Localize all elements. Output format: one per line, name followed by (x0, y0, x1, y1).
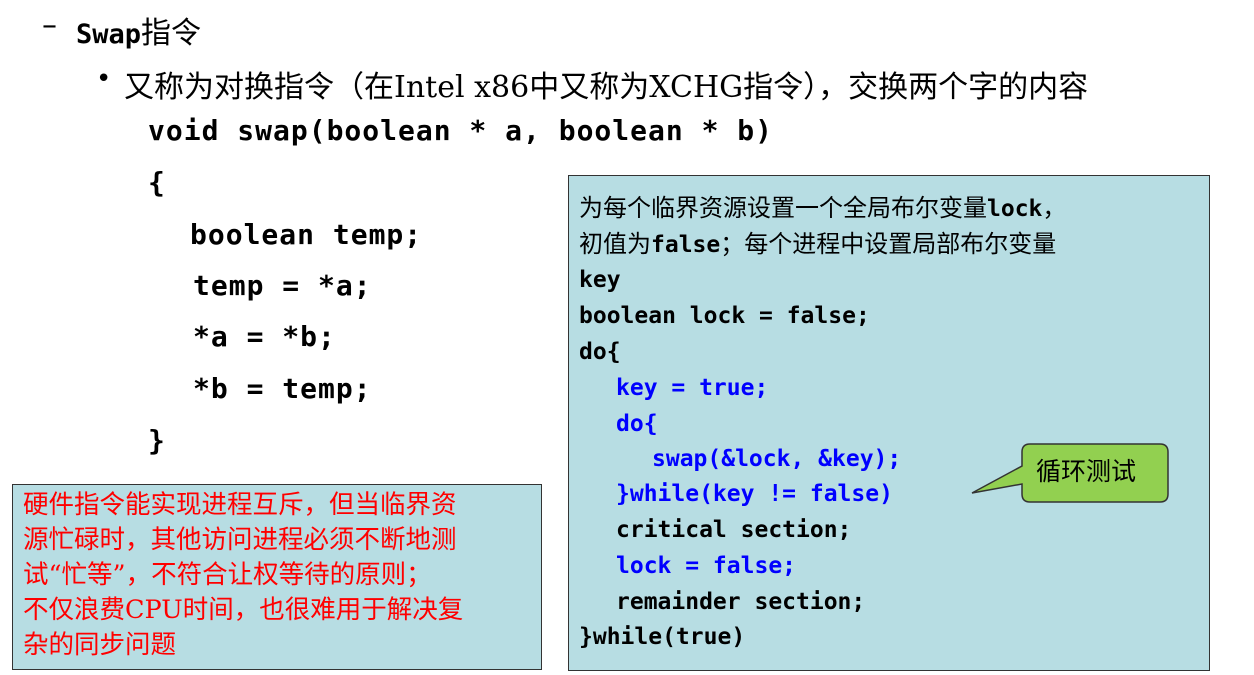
heading-dash: – (42, 8, 57, 43)
lock-desc-var: lock (987, 196, 1043, 222)
heading-swap-word: Swap (76, 19, 142, 50)
subpoint-bullet: • (96, 64, 112, 94)
note-line: 硬件指令能实现进程互斥，但当临界资 (23, 490, 457, 520)
note-line: 试“忙等”，不符合让权等待的原则； (23, 560, 432, 590)
lock-code-line: swap(&lock, &key); (652, 446, 902, 472)
lock-code-line: }while(true) (579, 624, 746, 650)
code-line: void swap(boolean * a, boolean * b) (148, 114, 774, 147)
code-line: { (148, 166, 166, 199)
lock-code-line: key = true; (616, 375, 769, 401)
note-line: 源忙碌时，其他访问进程必须不断地测 (23, 525, 457, 555)
note-line: 杂的同步问题 (23, 630, 177, 660)
note-line: 不仅浪费CPU时间，也很难用于解决复 (23, 595, 464, 625)
lock-code-line: }while(key != false) (616, 481, 893, 507)
lock-code-line: lock = false; (616, 553, 797, 579)
code-line: } (148, 424, 166, 457)
code-line: *b = temp; (193, 372, 372, 405)
callout-text: 循环测试 (1036, 457, 1137, 486)
lock-desc-text: 为每个临界资源设置一个全局布尔变量 (579, 194, 987, 222)
lock-desc-text: 初值为 (579, 230, 651, 258)
lock-desc-var: false (651, 232, 721, 258)
note-box: 硬件指令能实现进程互斥，但当临界资 源忙碌时，其他访问进程必须不断地测 试“忙等… (12, 484, 542, 670)
lock-desc-line-2: 初值为false；每个进程中设置局部布尔变量 (579, 228, 1056, 261)
code-line: *a = *b; (193, 320, 336, 353)
lock-code-line: do{ (579, 339, 621, 365)
code-line: temp = *a; (193, 269, 372, 302)
subpoint-text: 又称为对换指令（在Intel x86中又称为XCHG指令），交换两个字的内容 (124, 70, 1089, 105)
lock-algorithm-box: 为每个临界资源设置一个全局布尔变量lock， 初值为false；每个进程中设置局… (568, 175, 1210, 671)
lock-desc-line-3: key (579, 267, 621, 293)
code-line: boolean temp; (190, 218, 423, 251)
lock-desc-punct: ， (1042, 194, 1067, 222)
lock-code-line: critical section; (616, 517, 852, 543)
lock-code-line: boolean lock = false; (579, 303, 870, 329)
lock-code-line: remainder section; (616, 589, 866, 615)
heading-title: Swap指令 (76, 8, 201, 52)
lock-code-line: do{ (616, 411, 658, 437)
lock-desc-line-1: 为每个临界资源设置一个全局布尔变量lock， (579, 192, 1066, 225)
heading-suffix: 指令 (141, 16, 202, 51)
lock-desc-text: ；每个进程中设置局部布尔变量 (720, 230, 1057, 258)
